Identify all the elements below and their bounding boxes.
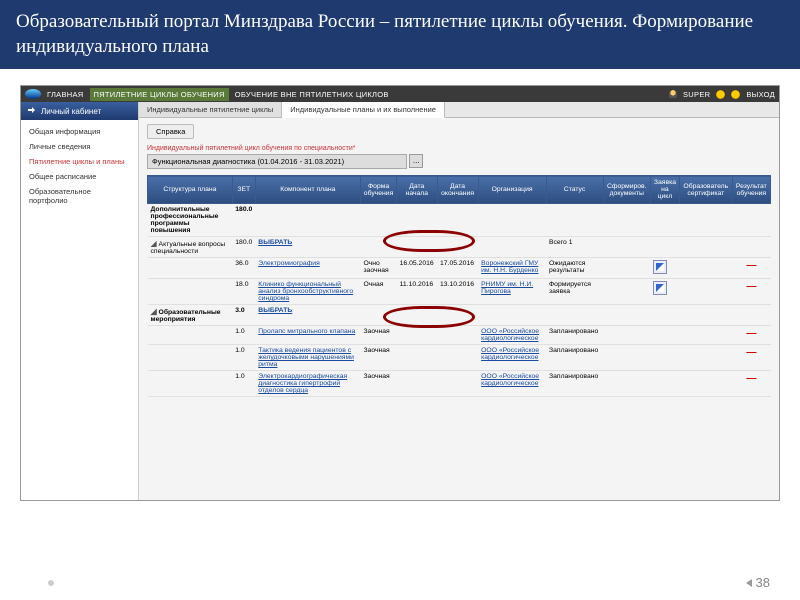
exit-link[interactable]: ВЫХОД bbox=[746, 90, 775, 99]
col-structure: Структура плана bbox=[148, 176, 233, 204]
col-end: Дата окончания bbox=[437, 176, 478, 204]
collapse-icon[interactable]: ◢ bbox=[151, 307, 157, 316]
logo-icon bbox=[25, 89, 41, 99]
remove-icon[interactable]: — bbox=[732, 326, 770, 345]
remove-icon[interactable]: — bbox=[732, 279, 770, 305]
select-link[interactable]: ВЫБРАТЬ bbox=[258, 239, 292, 246]
slide-number: 38 bbox=[756, 575, 770, 590]
sidebar-item[interactable]: Образовательное портфолио bbox=[21, 184, 138, 208]
col-status: Статус bbox=[546, 176, 603, 204]
org-link[interactable]: ООО «Российское кардиологическое bbox=[481, 373, 539, 387]
remove-icon[interactable]: — bbox=[732, 258, 770, 279]
component-link[interactable]: Клинико функциональный анализ бронхообст… bbox=[258, 281, 353, 302]
bullet-icon bbox=[48, 580, 54, 586]
select-link[interactable]: ВЫБРАТЬ bbox=[258, 307, 292, 314]
user-name[interactable]: SUPER bbox=[683, 90, 710, 99]
zoom-out-icon[interactable] bbox=[731, 90, 740, 99]
sidebar: Личный кабинет Общая информация Личные с… bbox=[21, 102, 139, 500]
help-button[interactable]: Справка bbox=[147, 124, 194, 139]
triangle-icon bbox=[746, 579, 752, 587]
app-window: ГЛАВНАЯ ПЯТИЛЕТНИЕ ЦИКЛЫ ОБУЧЕНИЯ ОБУЧЕН… bbox=[20, 85, 780, 501]
plan-table: Структура плана ЗЕТ Компонент плана Форм… bbox=[147, 175, 771, 397]
edit-icon[interactable] bbox=[653, 281, 667, 295]
table-row: 18.0 Клинико функциональный анализ бронх… bbox=[148, 279, 771, 305]
sidebar-item-active[interactable]: Пятилетние циклы и планы bbox=[21, 154, 138, 169]
component-link[interactable]: Пролапс митрального клапана bbox=[258, 328, 355, 335]
table-row: 1.0 Электрокардиографическая диагностика… bbox=[148, 371, 771, 397]
col-zet: ЗЕТ bbox=[232, 176, 255, 204]
col-request: Заявка на цикл bbox=[650, 176, 679, 204]
sidebar-item[interactable]: Общая информация bbox=[21, 124, 138, 139]
col-org: Организация bbox=[478, 176, 546, 204]
org-link[interactable]: ООО «Российское кардиологическое bbox=[481, 347, 539, 361]
table-row: ◢ Актуальные вопросы специальности 180.0… bbox=[148, 237, 771, 258]
user-icon bbox=[669, 90, 677, 98]
table-group-row: Дополнительные профессиональные программ… bbox=[148, 204, 771, 237]
org-link[interactable]: ООО «Российское кардиологическое bbox=[481, 328, 539, 342]
tab-cycles[interactable]: Индивидуальные пятилетние циклы bbox=[139, 102, 282, 117]
sidebar-header: Личный кабинет bbox=[21, 102, 138, 120]
nav-cycles[interactable]: ПЯТИЛЕТНИЕ ЦИКЛЫ ОБУЧЕНИЯ bbox=[90, 88, 229, 101]
col-form: Форма обучения bbox=[360, 176, 396, 204]
remove-icon[interactable]: — bbox=[732, 345, 770, 371]
edit-icon[interactable] bbox=[653, 260, 667, 274]
zoom-in-icon[interactable] bbox=[716, 90, 725, 99]
slide-title: Образовательный портал Минздрава России … bbox=[0, 0, 800, 69]
col-docs: Сформиров. документы bbox=[603, 176, 650, 204]
col-component: Компонент плана bbox=[255, 176, 360, 204]
component-link[interactable]: Электромиография bbox=[258, 260, 320, 267]
nav-outside[interactable]: ОБУЧЕНИЕ ВНЕ ПЯТИЛЕТНИХ ЦИКЛОВ bbox=[235, 90, 389, 99]
table-row: 1.0 Тактика ведения пациентов с желудочк… bbox=[148, 345, 771, 371]
main-panel: Индивидуальные пятилетние циклы Индивиду… bbox=[139, 102, 779, 500]
sidebar-item[interactable]: Общее расписание bbox=[21, 169, 138, 184]
table-group-row: ◢ Образовательные мероприятия 3.0 ВЫБРАТ… bbox=[148, 305, 771, 326]
sidebar-item[interactable]: Личные сведения bbox=[21, 139, 138, 154]
slide-footer: 38 bbox=[746, 575, 770, 590]
tabs: Индивидуальные пятилетние циклы Индивиду… bbox=[139, 102, 779, 118]
specialty-label: Индивидуальный пятилетний цикл обучения … bbox=[147, 145, 771, 152]
org-link[interactable]: Воронежский ГМУ им. Н.Н. Бурденко bbox=[481, 260, 538, 274]
table-row: 1.0 Пролапс митрального клапана Заочная … bbox=[148, 326, 771, 345]
component-link[interactable]: Электрокардиографическая диагностика гип… bbox=[258, 373, 347, 394]
org-link[interactable]: РНИМУ им. Н.И. Пирогова bbox=[481, 281, 533, 295]
col-cert: Образователь сертификат bbox=[679, 176, 732, 204]
table-row: 36.0 Электромиография Очно заочная16.05.… bbox=[148, 258, 771, 279]
col-start: Дата начала bbox=[397, 176, 437, 204]
specialty-picker-button[interactable]: ... bbox=[409, 154, 423, 168]
profile-icon bbox=[27, 106, 37, 116]
nav-home[interactable]: ГЛАВНАЯ bbox=[47, 90, 84, 99]
remove-icon[interactable]: — bbox=[732, 371, 770, 397]
tab-plans[interactable]: Индивидуальные планы и их выполнение bbox=[282, 102, 445, 118]
collapse-icon[interactable]: ◢ bbox=[151, 239, 157, 248]
component-link[interactable]: Тактика ведения пациентов с желудочковым… bbox=[258, 347, 354, 368]
specialty-select[interactable]: Функциональная диагностика (01.04.2016 -… bbox=[147, 154, 407, 169]
topbar: ГЛАВНАЯ ПЯТИЛЕТНИЕ ЦИКЛЫ ОБУЧЕНИЯ ОБУЧЕН… bbox=[21, 86, 779, 102]
col-result: Результат обучения bbox=[732, 176, 770, 204]
